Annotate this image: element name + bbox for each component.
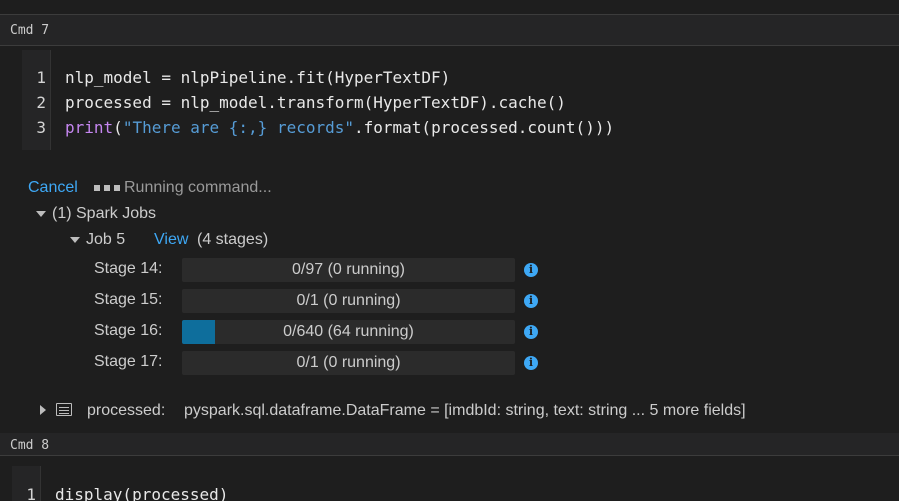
spark-jobs-caret-icon[interactable] <box>36 211 46 217</box>
stage-label: Stage 15: <box>94 291 163 308</box>
stage-progress-text: 0/1 (0 running) <box>296 354 401 371</box>
code-line[interactable]: 2 processed = nlp_model.transform(HyperTe… <box>22 90 899 115</box>
stage-row: Stage 14: 0/97 (0 running) i <box>0 258 899 282</box>
stage-label: Stage 16: <box>94 322 163 339</box>
line-number: 1 <box>36 68 46 87</box>
spark-jobs-header[interactable]: (1) Spark Jobs <box>52 205 156 223</box>
stage-progress-text: 0/97 (0 running) <box>292 261 405 278</box>
stage-progress-bar: 0/97 (0 running) <box>182 258 515 282</box>
code-line[interactable]: 1 nlp_model = nlpPipeline.fit(HyperTextDF… <box>22 65 899 90</box>
cell-command-label: Cmd 8 <box>10 438 50 453</box>
line-number: 3 <box>36 118 46 137</box>
code-text: display(processed) <box>55 482 228 501</box>
code-text: print("There are {:,} records".format(pr… <box>65 115 614 140</box>
cell-header-cmd7: Cmd 7 <box>0 15 899 46</box>
cell-command-label: Cmd 7 <box>10 23 50 38</box>
code-editor[interactable]: 1 display(processed) <box>12 466 899 501</box>
stage-label: Stage 17: <box>94 353 163 370</box>
stage-progress-bar: 0/640 (64 running) <box>182 320 515 344</box>
code-text: nlp_model = nlpPipeline.fit(HyperTextDF) <box>65 65 450 90</box>
code-token: processed = nlp_model.transform(HyperTex… <box>65 93 566 112</box>
code-line[interactable]: 1 display(processed) <box>12 482 889 501</box>
info-icon[interactable]: i <box>524 325 538 339</box>
table-icon <box>56 403 72 416</box>
stage-row: Stage 16: 0/640 (64 running) i <box>0 320 899 344</box>
job-caret-icon[interactable] <box>70 237 80 243</box>
code-keyword: print <box>65 118 114 137</box>
running-spinner-icon <box>94 185 120 191</box>
line-number: 2 <box>36 93 46 112</box>
code-token: nlp_model = nlpPipeline.fit(HyperTextDF) <box>65 68 451 87</box>
job-view-link[interactable]: View <box>154 231 188 249</box>
running-status-text: Running command... <box>124 179 272 196</box>
dataframe-schema: pyspark.sql.dataframe.DataFrame = [imdbI… <box>184 402 746 419</box>
info-icon[interactable]: i <box>524 294 538 308</box>
stage-progress-text: 0/1 (0 running) <box>296 292 401 309</box>
stage-progress-bar: 0/1 (0 running) <box>182 289 515 313</box>
code-token: ( <box>113 118 123 137</box>
dataframe-name[interactable]: processed: <box>87 402 165 420</box>
code-line[interactable]: 3 print("There are {:,} records".format(p… <box>22 115 899 140</box>
line-number: 1 <box>26 485 36 501</box>
stage-row: Stage 15: 0/1 (0 running) i <box>0 289 899 313</box>
stage-row: Stage 17: 0/1 (0 running) i <box>0 351 899 375</box>
code-token: display(processed) <box>55 485 229 501</box>
code-token: .format(processed.count())) <box>354 118 615 137</box>
job-stages-summary: (4 stages) <box>197 231 269 248</box>
code-text: processed = nlp_model.transform(HyperTex… <box>65 90 566 115</box>
dataframe-expand-caret-icon[interactable] <box>40 405 46 415</box>
job-label[interactable]: Job 5 <box>86 231 125 249</box>
code-string: "There are {:,} records" <box>122 118 354 137</box>
previous-cell-edge <box>0 0 899 15</box>
cancel-button[interactable]: Cancel <box>28 179 78 197</box>
info-icon[interactable]: i <box>524 356 538 370</box>
stage-label: Stage 14: <box>94 260 163 277</box>
stage-progress-bar: 0/1 (0 running) <box>182 351 515 375</box>
code-editor[interactable]: 1 nlp_model = nlpPipeline.fit(HyperTextDF… <box>22 50 899 150</box>
info-icon[interactable]: i <box>524 263 538 277</box>
stage-progress-text: 0/640 (64 running) <box>283 323 414 340</box>
cell-header-cmd8: Cmd 8 <box>0 433 899 456</box>
